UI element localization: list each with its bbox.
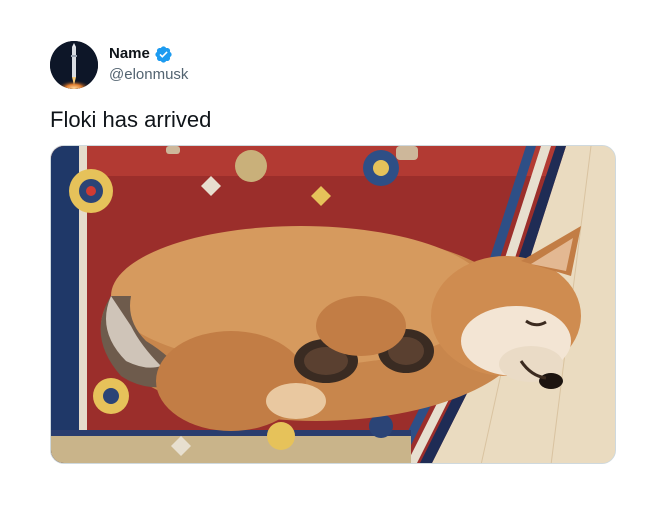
author-handle[interactable]: @elonmusk: [109, 65, 188, 85]
rocket-icon: [50, 41, 98, 89]
author-name-row: Name: [109, 44, 173, 64]
tweet-card: Name @elonmusk Floki has arrived: [0, 0, 663, 508]
tweet-text: Floki has arrived: [50, 107, 212, 132]
verified-badge-icon: [154, 45, 173, 64]
author-display-name[interactable]: Name: [109, 44, 150, 64]
author-avatar[interactable]: [50, 41, 98, 89]
sleeping-puppy-photo: [51, 146, 615, 463]
tweet-photo[interactable]: [50, 145, 616, 464]
